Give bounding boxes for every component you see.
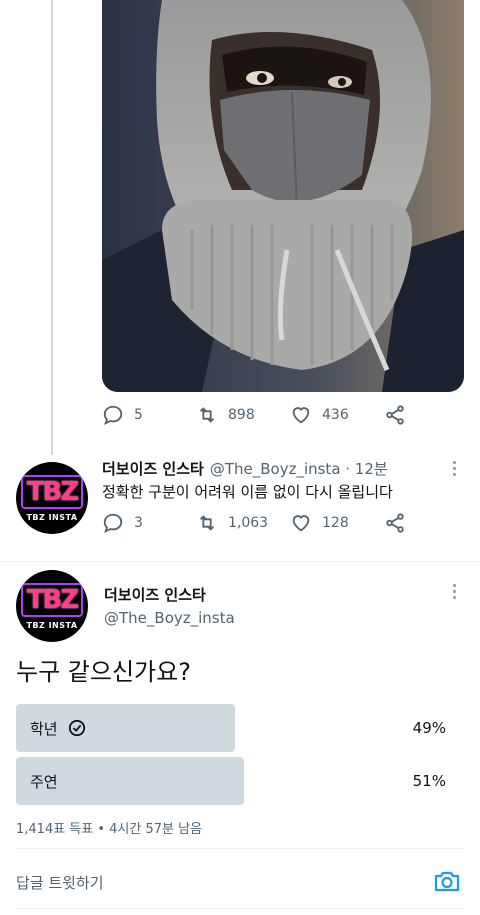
poll-meta: 1,414표 득표 • 4시간 57분 남음 — [16, 822, 203, 837]
avatar-brand-text: TBZ INSTA — [26, 620, 78, 630]
reply-icon — [103, 513, 123, 534]
retweet-icon — [199, 515, 215, 531]
retweet-button[interactable]: 1,063 — [196, 512, 268, 534]
tweet-photo[interactable] — [102, 0, 464, 392]
more-icon[interactable] — [453, 584, 456, 599]
tweet-text: 누구 같으신가요? — [16, 658, 191, 686]
avatar[interactable]: TBZ TBZ INSTA — [16, 570, 88, 642]
retweet-icon — [199, 407, 215, 423]
author-name[interactable]: 더보이즈 인스타 — [102, 458, 204, 479]
tbz-logo: TBZ — [20, 474, 84, 509]
poll-option: 주연 51% — [16, 757, 464, 805]
divider — [16, 908, 464, 909]
avatar-brand-text: TBZ INSTA — [26, 512, 78, 522]
check-circle-icon — [68, 719, 85, 737]
hooded-person-photo — [102, 0, 464, 392]
avatar[interactable]: TBZ TBZ INSTA — [16, 462, 88, 534]
camera-icon[interactable] — [432, 866, 462, 896]
share-button[interactable] — [384, 404, 416, 426]
share-icon — [386, 405, 404, 425]
reply-count: 5 — [134, 407, 143, 423]
tbz-logo: TBZ — [20, 582, 84, 617]
poll-option-label: 주연 — [30, 772, 58, 791]
like-icon — [292, 407, 310, 424]
poll-option-percent: 49% — [412, 719, 446, 737]
like-button[interactable]: 436 — [290, 404, 349, 426]
thread-line — [51, 0, 53, 455]
poll-option: 학년 49% — [16, 704, 464, 752]
like-count: 128 — [322, 515, 349, 531]
tweet-header: 더보이즈 인스타 @The_Boyz_insta · 12분 — [102, 458, 388, 479]
reply-count: 3 — [134, 515, 143, 531]
retweet-button[interactable]: 898 — [196, 404, 255, 426]
reply-button[interactable]: 5 — [102, 404, 143, 426]
photo-tweet-actions: 5 898 436 — [102, 404, 422, 434]
poll-option-percent: 51% — [412, 772, 446, 790]
divider — [0, 561, 480, 562]
tweet-actions: 3 1,063 128 — [102, 512, 422, 542]
author-name[interactable]: 더보이즈 인스타 — [104, 584, 206, 605]
share-button[interactable] — [384, 512, 416, 534]
reply-input[interactable]: 답글 트윗하기 — [16, 872, 104, 893]
divider — [16, 848, 464, 849]
retweet-count: 1,063 — [228, 515, 269, 531]
like-icon — [292, 515, 310, 532]
more-icon[interactable] — [453, 461, 456, 476]
like-button[interactable]: 128 — [290, 512, 349, 534]
reply-icon — [103, 405, 123, 426]
reply-button[interactable]: 3 — [102, 512, 143, 534]
like-count: 436 — [322, 407, 349, 423]
author-handle[interactable]: @The_Boyz_insta — [104, 609, 235, 627]
retweet-count: 898 — [228, 407, 255, 423]
share-icon — [386, 513, 404, 533]
poll-option-label: 학년 — [30, 704, 86, 752]
tweet-text: 정확한 구분이 어려워 이름 없이 다시 올립니다 — [102, 483, 393, 501]
author-handle[interactable]: @The_Boyz_insta · 12분 — [210, 458, 388, 479]
